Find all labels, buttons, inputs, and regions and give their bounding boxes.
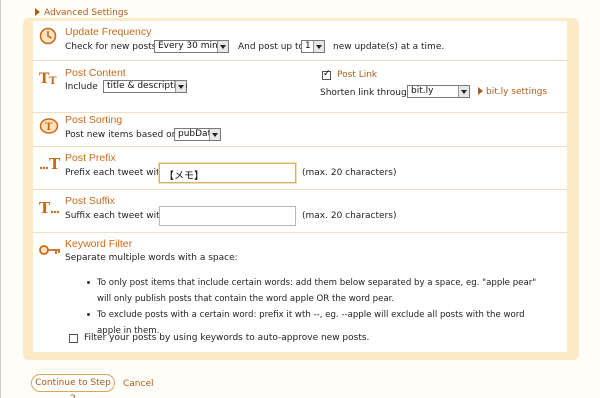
frequency-select[interactable]: Every 30 mins: [154, 40, 229, 53]
section-update-frequency: Update Frequency Check for new posts Eve…: [33, 21, 567, 61]
bitly-settings-link[interactable]: bit.ly settings: [478, 87, 547, 97]
prefix-input[interactable]: 【メモ】: [159, 163, 296, 183]
prefix-hint: (max. 20 characters): [302, 168, 397, 178]
chevron-down-icon: [209, 129, 220, 140]
count-select[interactable]: 1: [301, 40, 325, 53]
frequency-value: Every 30 mins: [158, 41, 223, 51]
key-icon: [39, 243, 61, 263]
chevron-down-icon: [458, 86, 469, 97]
cancel-link[interactable]: Cancel: [123, 379, 154, 389]
triangle-right-icon: [478, 87, 483, 95]
chevron-down-icon: [313, 41, 324, 52]
list-item: To exclude posts with a certain word: pr…: [87, 307, 547, 339]
suffix-hint: (max. 20 characters): [302, 211, 397, 221]
section-post-content: T T Post Content Include title & descrip…: [33, 61, 567, 113]
post-link-checkbox[interactable]: [322, 69, 331, 80]
post-sorting-title: Post Sorting: [65, 114, 123, 126]
bitly-settings-label: bit.ly settings: [486, 87, 548, 97]
prefix-icon: T: [39, 153, 61, 173]
post-content-title: Post Content: [65, 67, 126, 79]
check-new-posts-label: Check for new posts: [65, 42, 157, 52]
svg-text:T: T: [49, 76, 57, 87]
clock-icon: [39, 27, 61, 47]
triangle-right-icon: [35, 8, 40, 16]
filter-checkbox[interactable]: [69, 334, 78, 343]
update-frequency-title: Update Frequency: [65, 26, 152, 38]
chevron-down-icon: [175, 81, 186, 92]
include-label: Include: [65, 82, 98, 92]
count-value: 1: [305, 41, 311, 51]
updates-at-a-time-label: new update(s) at a time.: [333, 42, 445, 52]
suffix-input[interactable]: [159, 206, 296, 226]
prefix-label: Prefix each tweet with:: [65, 168, 169, 178]
advanced-settings-toggle[interactable]: Advanced Settings: [35, 8, 128, 18]
sort-select[interactable]: pubDate: [174, 128, 221, 141]
continue-button[interactable]: Continue to Step 2: [31, 374, 115, 398]
post-suffix-title: Post Suffix: [65, 195, 115, 207]
page: Advanced Settings Update Frequency Check…: [0, 0, 600, 398]
post-link-label[interactable]: Post Link: [337, 70, 377, 80]
suffix-icon: T: [39, 197, 61, 217]
section-post-sorting: T Post Sorting Post new items based on p…: [33, 113, 567, 147]
section-post-prefix: T Post Prefix Prefix each tweet with: 【メ…: [33, 147, 567, 190]
svg-text:T: T: [45, 122, 53, 133]
keyword-filter-title: Keyword Filter: [65, 238, 133, 250]
keyword-intro: Separate multiple words with a space:: [65, 253, 238, 263]
post-prefix-title: Post Prefix: [65, 152, 116, 164]
sort-icon: T: [39, 117, 61, 137]
advanced-settings-label: Advanced Settings: [44, 8, 129, 18]
shorten-select[interactable]: bit.ly: [407, 85, 470, 98]
keyword-instructions: To only post items that include certain …: [87, 275, 547, 339]
svg-text:T: T: [49, 155, 61, 171]
svg-text:T: T: [39, 199, 51, 215]
list-item: To only post items that include certain …: [87, 275, 547, 307]
include-select[interactable]: title & description: [103, 80, 187, 93]
section-post-suffix: T Post Suffix Suffix each tweet with: (m…: [33, 190, 567, 233]
chevron-down-icon: [217, 41, 228, 52]
post-up-to-label: And post up to: [238, 42, 305, 52]
shorten-value: bit.ly: [411, 86, 434, 96]
suffix-label: Suffix each tweet with:: [65, 211, 169, 221]
shorten-link-label: Shorten link through: [320, 88, 413, 98]
text-size-icon: T T: [39, 69, 61, 89]
based-on-label: Post new items based on: [65, 130, 178, 140]
